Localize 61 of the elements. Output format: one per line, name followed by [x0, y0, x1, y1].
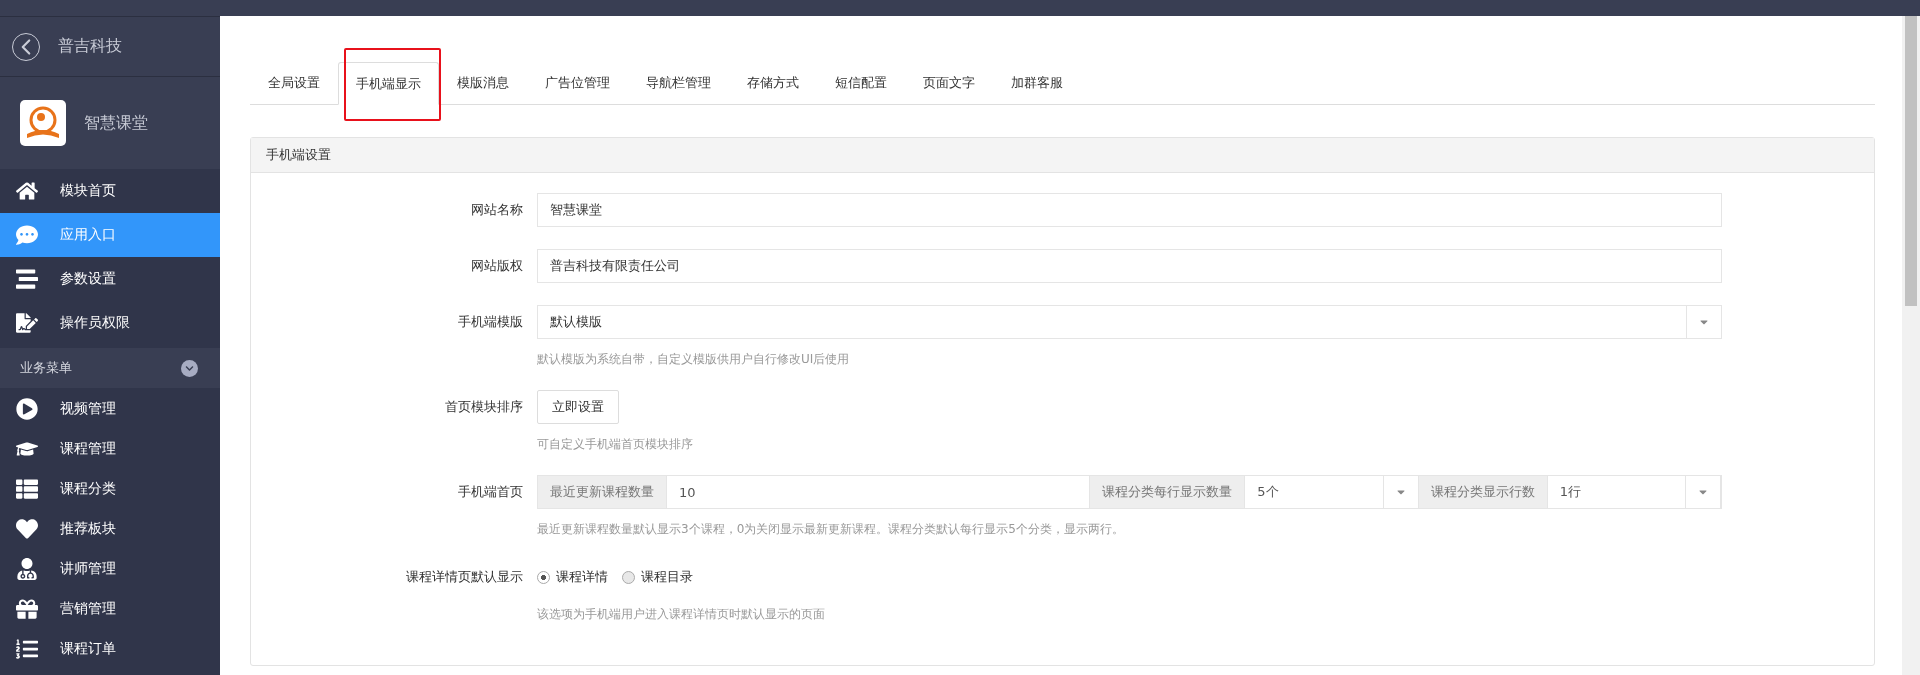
tab[interactable]: 短信配置 [817, 61, 905, 104]
list-icon [16, 268, 38, 290]
input-addon: 课程分类每行显示数量 [1090, 476, 1246, 508]
field-label: 课程详情页默认显示 [405, 568, 524, 586]
sidebar-item[interactable]: 推荐板块 [0, 509, 220, 549]
scrollbar-thumb[interactable] [1905, 16, 1917, 306]
tab[interactable]: 全局设置 [250, 61, 338, 104]
field-label: 网站名称 [470, 201, 524, 219]
select-field[interactable]: 1行 [1547, 476, 1721, 508]
tab[interactable]: 加群客服 [993, 61, 1081, 104]
radio-label: 课程详情 [556, 568, 608, 586]
app-logo [20, 100, 66, 146]
radio-label: 课程目录 [641, 568, 693, 586]
tab[interactable]: 存储方式 [729, 61, 817, 104]
sidebar-item[interactable]: 课程订单 [0, 629, 220, 669]
sidebar-item[interactable]: 课程分类 [0, 469, 220, 509]
text-field[interactable]: 智慧课堂 [537, 193, 1722, 227]
sidebar-item[interactable]: 营销管理 [0, 589, 220, 629]
panel-title: 手机端设置 [251, 138, 1874, 173]
field-label: 手机端模版 [457, 313, 524, 331]
help-text: 该选项为手机端用户进入课程详情页时默认显示的页面 [537, 606, 826, 623]
house-icon [16, 180, 38, 202]
tab[interactable]: 广告位管理 [527, 61, 628, 104]
scrollbar[interactable] [1902, 16, 1920, 675]
sidebar-item[interactable]: 讲师管理 [0, 549, 220, 589]
tab[interactable]: 手机端显示 [338, 62, 439, 105]
select-field[interactable]: 默认模版 [537, 305, 1722, 339]
help-text: 最近更新课程数量默认显示3个课程，0为关闭显示最新更新课程。课程分类默认每行显示5个分类，显示两行。 [537, 521, 1125, 538]
field-label: 手机端首页 [457, 483, 524, 501]
set-now-button[interactable]: 立即设置 [537, 390, 619, 424]
chevron-icon[interactable] [181, 359, 198, 377]
text-field[interactable]: 普吉科技有限责任公司 [537, 249, 1722, 283]
tab[interactable]: 导航栏管理 [628, 61, 729, 104]
radio-option[interactable]: 课程目录 [622, 568, 693, 586]
sidebar-item[interactable]: 操作员权限 [0, 301, 220, 345]
sidebar-item[interactable]: 视频管理 [0, 389, 220, 429]
gift-icon [16, 598, 38, 620]
numbered-list-icon [16, 638, 38, 660]
play-icon [16, 398, 38, 420]
tab[interactable]: 模版消息 [439, 61, 527, 104]
organization-name: 普吉科技 [58, 36, 122, 57]
sidebar-item[interactable]: 模块首页 [0, 169, 220, 213]
radio-option[interactable]: 课程详情 [537, 568, 608, 586]
chat-bubble-icon [16, 224, 38, 246]
sidebar-item[interactable]: 参数设置 [0, 257, 220, 301]
doctor-icon [16, 558, 38, 580]
heart-icon [16, 518, 38, 540]
document-pen-icon [16, 312, 38, 334]
sidebar-item[interactable]: 课程管理 [0, 429, 220, 469]
tab[interactable]: 页面文字 [905, 61, 993, 104]
help-text: 默认模版为系统自带，自定义模版供用户自行修改UI后使用 [537, 351, 851, 368]
menu-group-header[interactable]: 业务菜单 [0, 348, 220, 388]
field-label: 首页模块排序 [444, 398, 524, 416]
select-field[interactable]: 5个 [1245, 476, 1419, 508]
input-addon: 课程分类显示行数 [1418, 476, 1548, 508]
list-icon [16, 478, 38, 500]
field-label: 网站版权 [470, 257, 524, 275]
menu-group-label: 业务菜单 [20, 359, 72, 377]
app-name: 智慧课堂 [84, 112, 148, 134]
input-addon: 最近更新课程数量 [538, 476, 667, 508]
help-text: 可自定义手机端首页模块排序 [537, 436, 694, 453]
